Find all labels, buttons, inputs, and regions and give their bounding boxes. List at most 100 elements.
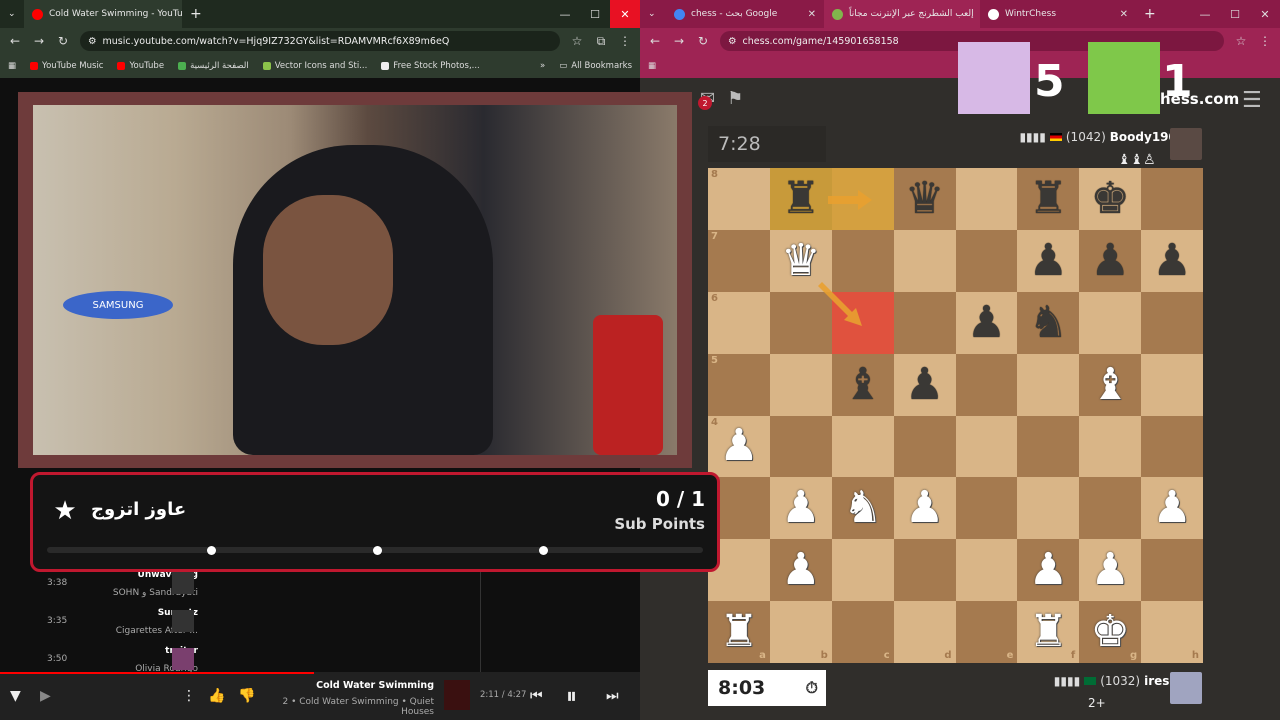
tab-youtube-music[interactable]: Cold Water Swimming - YouTube Music ✕: [24, 0, 182, 28]
white-pawn-piece[interactable]: ♟: [1090, 548, 1129, 592]
minimize-button[interactable]: —: [550, 0, 580, 28]
pause-icon[interactable]: ⏸: [566, 672, 577, 720]
bookmarks-overflow-icon[interactable]: »: [540, 61, 545, 71]
square-c8[interactable]: [831, 168, 894, 230]
tab-search-button[interactable]: ⌄: [0, 0, 24, 28]
square-g8[interactable]: ♚: [1079, 168, 1142, 230]
square-h1[interactable]: h: [1141, 601, 1203, 663]
close-window-button[interactable]: ✕: [1250, 0, 1280, 28]
new-tab-button[interactable]: +: [182, 0, 206, 28]
square-a8[interactable]: 8: [708, 168, 770, 230]
forward-icon[interactable]: →: [672, 34, 686, 48]
square-c5[interactable]: ♝: [831, 353, 894, 416]
extensions-icon[interactable]: ⧉: [594, 34, 608, 49]
square-g7[interactable]: ♟: [1079, 229, 1142, 292]
white-queen-piece[interactable]: ♛: [781, 238, 820, 283]
square-f4[interactable]: [1017, 415, 1080, 478]
square-a6[interactable]: 6: [708, 291, 770, 354]
bookmark-star-icon[interactable]: ☆: [570, 34, 584, 48]
square-e3[interactable]: [955, 477, 1018, 540]
queue-item[interactable]: 3:38 Unwavering SOHN و Sandrayati: [40, 568, 480, 606]
expand-player-icon[interactable]: ▼: [10, 672, 21, 720]
white-rook-piece[interactable]: ♜: [719, 610, 758, 654]
black-bishop-piece[interactable]: ♝: [843, 362, 882, 407]
white-pawn-piece[interactable]: ♟: [1152, 486, 1191, 530]
queue-item[interactable]: 3:50 traitor Olivia Rodrigo: [40, 644, 480, 672]
white-pawn-piece[interactable]: ♟: [905, 486, 944, 530]
square-b6[interactable]: [769, 291, 832, 354]
menu-icon[interactable]: ⋮: [618, 34, 632, 48]
square-a5[interactable]: 5: [708, 353, 770, 416]
square-h5[interactable]: [1141, 353, 1203, 416]
square-g4[interactable]: [1079, 415, 1142, 478]
bookmark-home[interactable]: الصفحة الرئيسية: [178, 61, 249, 71]
play-icon[interactable]: ▶: [40, 672, 51, 720]
square-e7[interactable]: [955, 229, 1018, 292]
black-pawn-piece[interactable]: ♟: [1090, 238, 1129, 283]
square-f2[interactable]: ♟: [1017, 539, 1080, 602]
tab-chess-com[interactable]: إلعب الشطرنج عبر الإنترنت مجاناً ✕: [824, 0, 980, 28]
white-knight-piece[interactable]: ♞: [843, 486, 882, 530]
apps-icon[interactable]: ▦: [648, 61, 656, 71]
square-e2[interactable]: [955, 539, 1018, 602]
minimize-button[interactable]: —: [1190, 0, 1220, 28]
black-pawn-piece[interactable]: ♟: [905, 362, 944, 407]
square-e5[interactable]: [955, 353, 1018, 416]
bookmark-star-icon[interactable]: ☆: [1234, 34, 1248, 48]
flag-icon[interactable]: ⚑: [727, 88, 743, 109]
white-bishop-piece[interactable]: ♝: [1090, 362, 1129, 407]
player-avatar[interactable]: [1170, 672, 1202, 704]
square-h3[interactable]: ♟: [1141, 477, 1203, 540]
back-icon[interactable]: ←: [648, 34, 662, 48]
square-h6[interactable]: [1141, 291, 1203, 354]
square-h4[interactable]: [1141, 415, 1203, 478]
square-a4[interactable]: ♟ 4: [708, 415, 770, 478]
square-d6[interactable]: [893, 291, 956, 354]
square-h7[interactable]: ♟: [1141, 229, 1203, 292]
black-king-piece[interactable]: ♚: [1090, 176, 1129, 221]
square-h8[interactable]: [1141, 168, 1203, 230]
opponent-avatar[interactable]: [1170, 128, 1202, 160]
square-e1[interactable]: e: [955, 601, 1018, 663]
white-rook-piece[interactable]: ♜: [1029, 610, 1068, 654]
square-d3[interactable]: ♟: [893, 477, 956, 540]
white-king-piece[interactable]: ♚: [1090, 610, 1129, 654]
white-pawn-piece[interactable]: ♟: [781, 486, 820, 530]
square-f5[interactable]: [1017, 353, 1080, 416]
site-info-icon[interactable]: ⚙: [728, 36, 737, 47]
close-icon[interactable]: ✕: [808, 9, 816, 20]
square-d1[interactable]: d: [893, 601, 956, 663]
bookmark-youtube-music[interactable]: YouTube Music: [30, 61, 103, 71]
black-rook-piece[interactable]: ♜: [781, 176, 820, 221]
black-rook-piece[interactable]: ♜: [1029, 176, 1068, 221]
square-f6[interactable]: ♞: [1017, 291, 1080, 354]
tab-wintrchess[interactable]: WintrChess ✕: [980, 0, 1136, 28]
back-icon[interactable]: ←: [8, 34, 22, 48]
square-g2[interactable]: ♟: [1079, 539, 1142, 602]
white-pawn-piece[interactable]: ♟: [719, 424, 758, 468]
square-d5[interactable]: ♟: [893, 353, 956, 416]
square-b5[interactable]: [769, 353, 832, 416]
like-icon[interactable]: 👍: [208, 672, 225, 720]
square-f1[interactable]: ♜ f: [1017, 601, 1080, 663]
queue-item[interactable]: 3:35 Sunsetz Cigarettes After ...: [40, 606, 480, 644]
black-knight-piece[interactable]: ♞: [1029, 300, 1068, 345]
apps-icon[interactable]: ▦: [8, 61, 16, 71]
tab-search-button[interactable]: ⌄: [640, 0, 666, 28]
maximize-button[interactable]: ☐: [580, 0, 610, 28]
black-pawn-piece[interactable]: ♟: [1029, 238, 1068, 283]
square-e8[interactable]: [955, 168, 1018, 230]
bookmark-youtube[interactable]: YouTube: [117, 61, 164, 71]
square-b3[interactable]: ♟: [769, 477, 832, 540]
address-bar[interactable]: ⚙ music.youtube.com/watch?v=Hjq9IZ732GY&…: [80, 31, 560, 51]
square-g5[interactable]: ♝: [1079, 353, 1142, 416]
square-a7[interactable]: 7: [708, 229, 770, 292]
square-h2[interactable]: [1141, 539, 1203, 602]
all-bookmarks[interactable]: ▭ All Bookmarks: [559, 61, 632, 71]
site-info-icon[interactable]: ⚙: [88, 36, 97, 47]
square-b4[interactable]: [769, 415, 832, 478]
chess-logo[interactable]: hess.com: [1160, 90, 1239, 108]
hamburger-menu-icon[interactable]: ☰: [1242, 88, 1262, 113]
square-b1[interactable]: b: [769, 601, 832, 663]
square-d2[interactable]: [893, 539, 956, 602]
